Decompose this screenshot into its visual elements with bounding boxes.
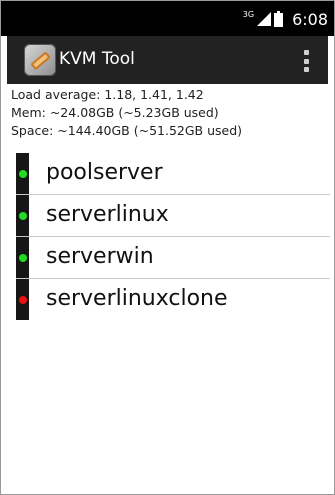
overflow-menu-icon[interactable] <box>304 50 310 72</box>
status-dot-icon <box>19 254 27 262</box>
server-name: poolserver <box>46 160 163 185</box>
server-row-serverlinuxclone[interactable]: serverlinuxclone <box>16 279 330 320</box>
status-dot-icon <box>19 296 27 304</box>
host-stats: Load average: 1.18, 1.41, 1.42 Mem: ~24.… <box>7 84 328 140</box>
status-dot-icon <box>19 212 27 220</box>
status-bar: 3G 6:08 <box>1 1 334 36</box>
app-title: KVM Tool <box>59 49 135 69</box>
status-dot-icon <box>19 170 27 178</box>
server-name: serverlinuxclone <box>46 286 228 311</box>
main-content: Load average: 1.18, 1.41, 1.42 Mem: ~24.… <box>7 84 330 489</box>
server-list: poolserver serverlinux serverwin serverl… <box>16 153 330 320</box>
status-marker <box>16 279 29 320</box>
kvm-app-icon[interactable] <box>24 44 56 76</box>
status-marker <box>16 237 29 278</box>
disk-space-text: Space: ~144.40GB (~51.52GB used) <box>11 123 243 138</box>
memory-text: Mem: ~24.08GB (~5.23GB used) <box>11 105 219 120</box>
action-bar: KVM Tool <box>7 36 328 84</box>
load-average-text: Load average: 1.18, 1.41, 1.42 <box>11 87 204 102</box>
server-row-poolserver[interactable]: poolserver <box>16 153 330 195</box>
device-frame: 3G 6:08 KVM Tool Load average: 1.18, 1.4… <box>0 0 335 495</box>
status-marker <box>16 153 29 194</box>
signal-icon <box>257 12 272 26</box>
server-row-serverlinux[interactable]: serverlinux <box>16 195 330 237</box>
network-type-label: 3G <box>242 10 255 19</box>
server-name: serverlinux <box>46 202 169 227</box>
clock-time: 6:08 <box>292 9 328 29</box>
status-marker <box>16 195 29 236</box>
server-name: serverwin <box>46 244 154 269</box>
battery-icon <box>274 11 284 27</box>
status-icons: 3G 6:08 <box>243 9 328 29</box>
server-row-serverwin[interactable]: serverwin <box>16 237 330 279</box>
